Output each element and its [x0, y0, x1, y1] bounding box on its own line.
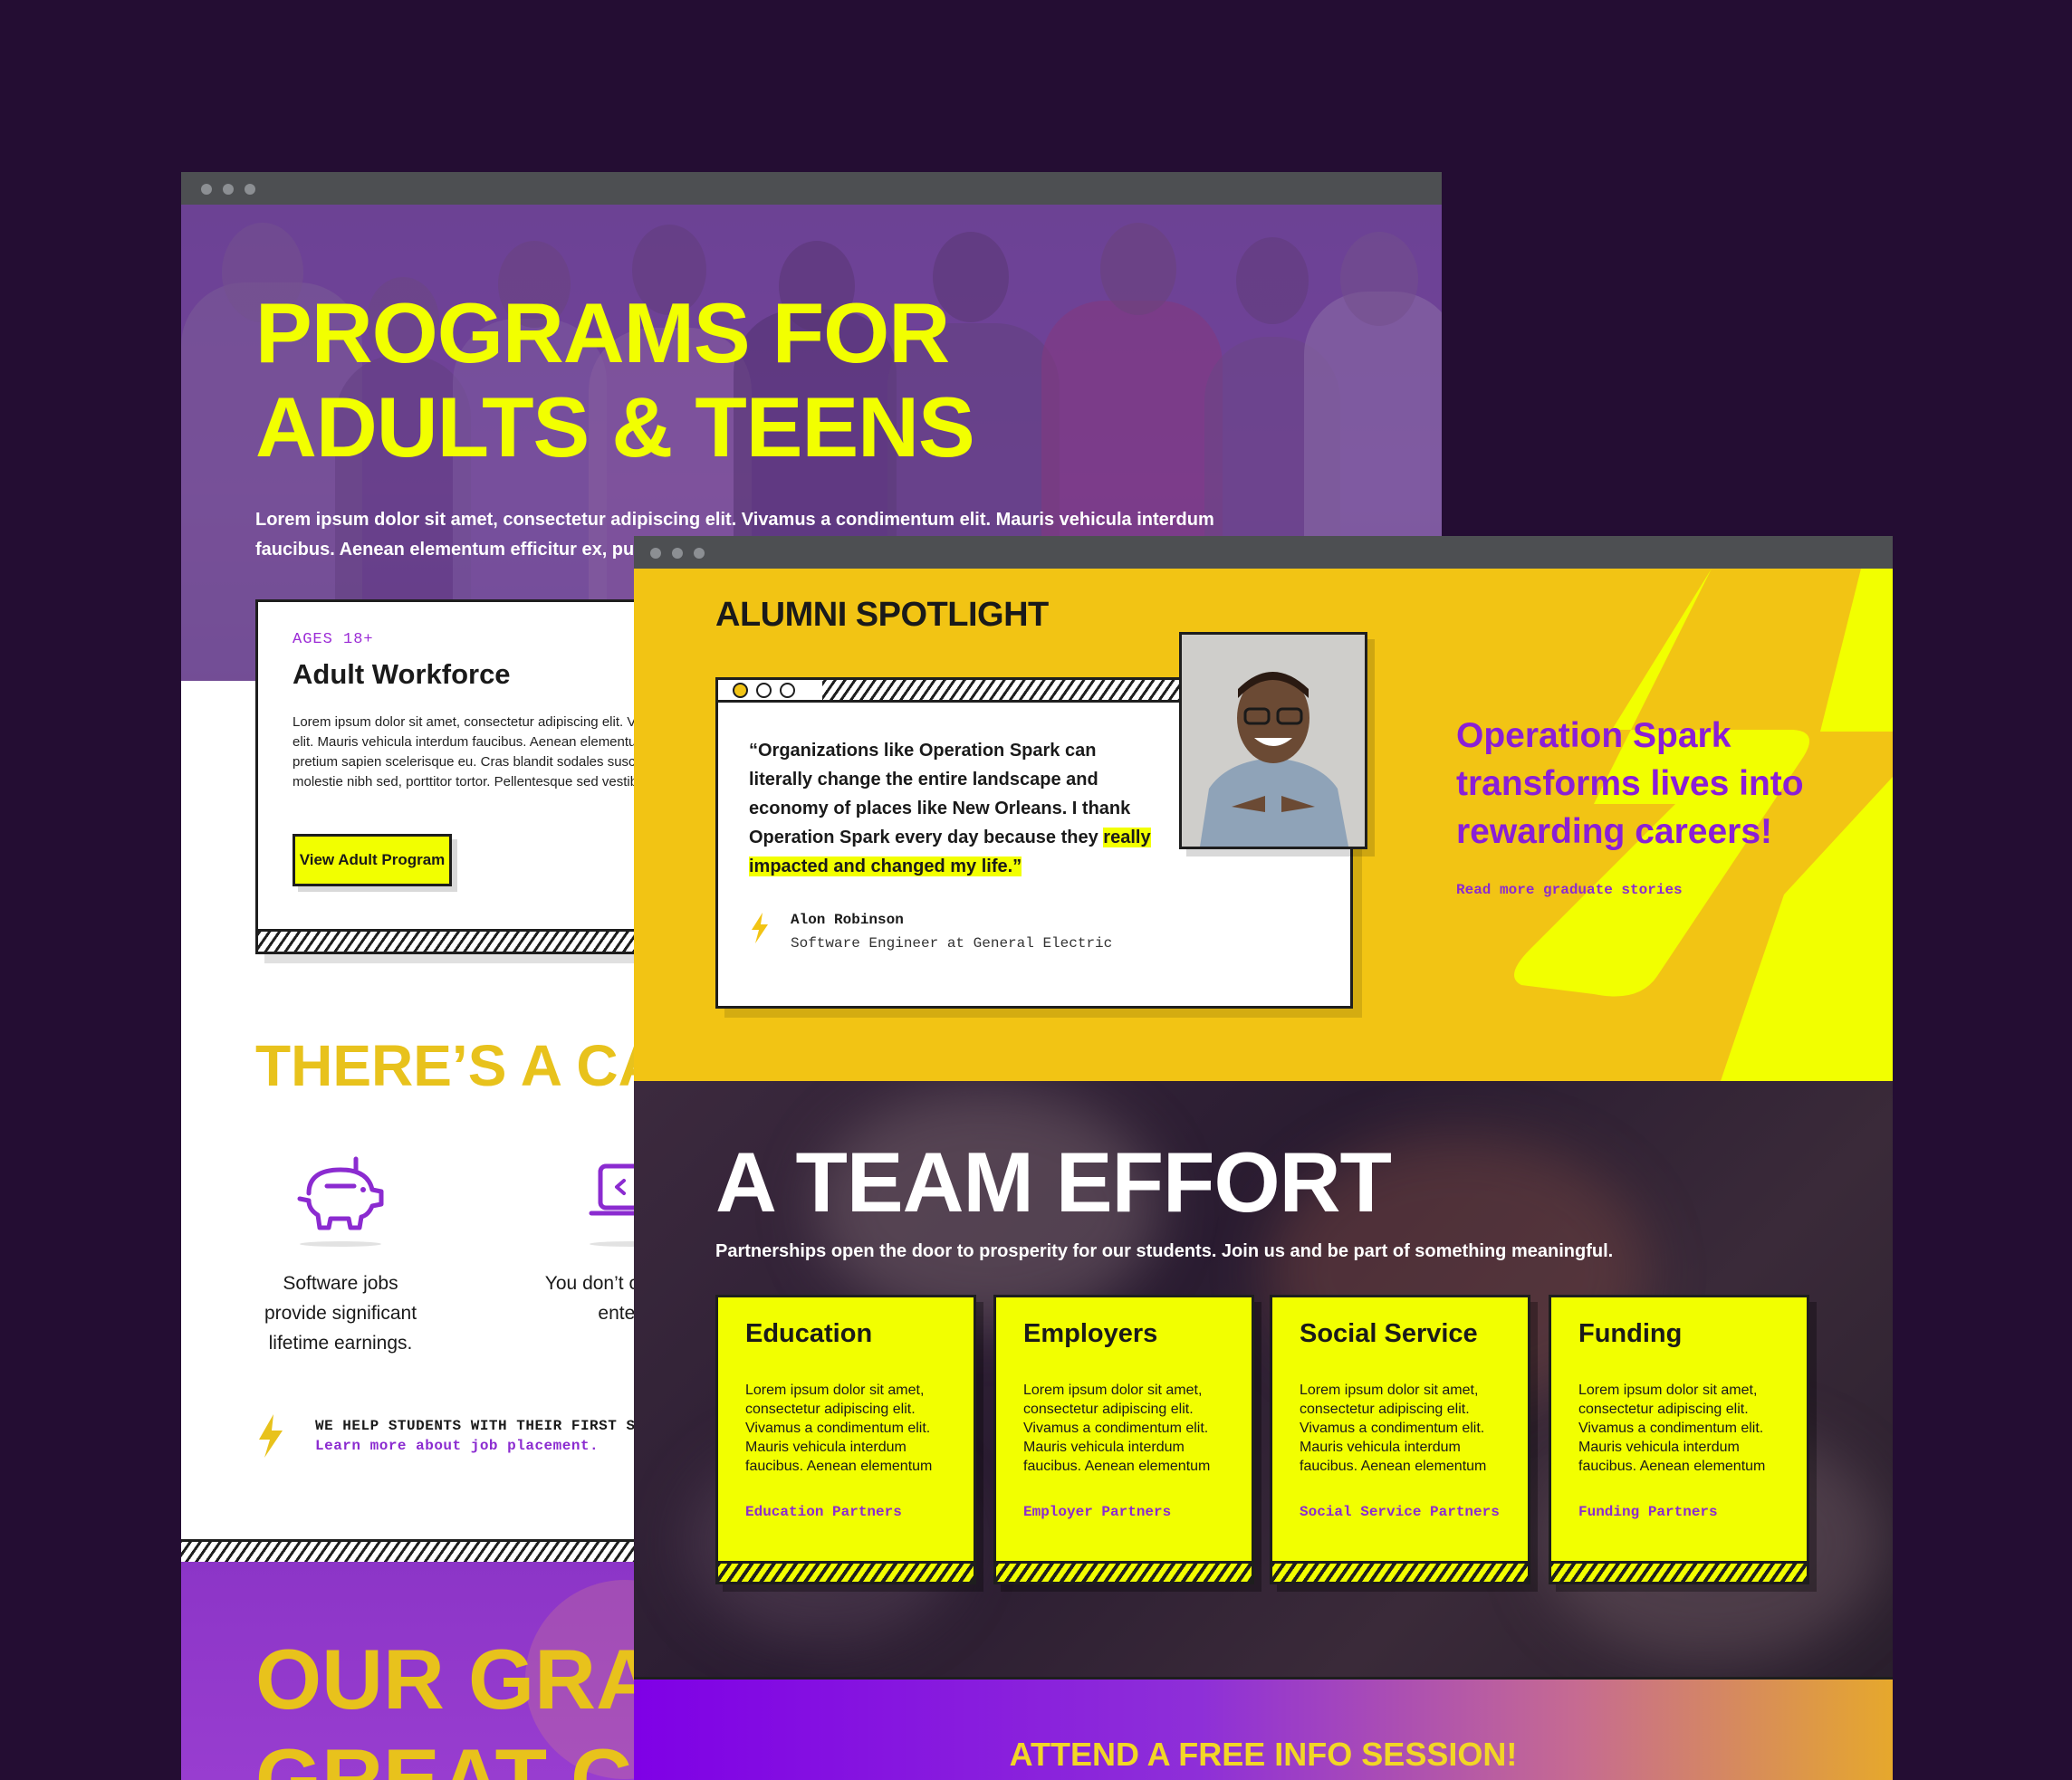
hatch-strip [996, 1561, 1252, 1582]
partner-title: Social Service [1300, 1319, 1478, 1348]
team-title: A TEAM EFFORT [715, 1134, 1392, 1230]
partner-card-funding: Funding Lorem ipsum dolor sit amet, cons… [1549, 1295, 1809, 1584]
view-adult-program-button[interactable]: View Adult Program [293, 834, 452, 886]
piggy-bank-icon [297, 1156, 384, 1230]
hero-title-line-2: ADULTS & TEENS [255, 379, 975, 474]
partner-description: Lorem ipsum dolor sit amet, consectetur … [745, 1383, 933, 1474]
feature-earnings: Software jobs provide significant lifeti… [250, 1150, 431, 1358]
info-session-banner[interactable]: ATTEND A FREE INFO SESSION! [634, 1677, 1893, 1780]
alumni-name: Alon Robinson [791, 912, 904, 928]
graduates-heading: OUR GRA GREAT C [255, 1630, 657, 1780]
job-placement-note: WE HELP STUDENTS WITH THEIR FIRST S Lear… [315, 1416, 636, 1456]
partner-card-education: Education Lorem ipsum dolor sit amet, co… [715, 1295, 976, 1584]
hero-title: PROGRAMS FOR ADULTS & TEENS [255, 286, 1161, 474]
age-label: AGES 18+ [293, 631, 374, 648]
quote-text: “Organizations like Operation Spark can … [749, 741, 1131, 847]
window-dot [756, 683, 772, 698]
career-heading: THERE’S A CA [255, 1033, 660, 1098]
graduates-heading-line-2: GREAT C [255, 1731, 633, 1780]
partner-description: Lorem ipsum dolor sit amet, consectetur … [1300, 1383, 1487, 1474]
graduates-heading-line-1: OUR GRA [255, 1632, 657, 1727]
hatch-strip [1551, 1561, 1807, 1582]
alumni-photo [1179, 632, 1367, 849]
team-subtitle: Partnerships open the door to prosperity… [715, 1241, 1614, 1261]
education-partners-link[interactable]: Education Partners [745, 1504, 902, 1520]
help-text: WE HELP STUDENTS WITH THEIR FIRST S [315, 1418, 636, 1434]
partner-card-employers: Employers Lorem ipsum dolor sit amet, co… [993, 1295, 1254, 1584]
window-dot [780, 683, 795, 698]
partners-page-window: ALUMNI SPOTLIGHT “Organizations like Ope… [634, 536, 1893, 1780]
window-dot [223, 184, 234, 195]
testimonial-quote: “Organizations like Operation Spark can … [749, 736, 1156, 881]
window-titlebar [181, 172, 1442, 205]
window-dot [245, 184, 255, 195]
spotlight-title: ALUMNI SPOTLIGHT [715, 596, 1049, 634]
spotlight-tagline: Operation Spark transforms lives into re… [1456, 716, 1804, 851]
hatch-strip [1272, 1561, 1528, 1582]
job-placement-link[interactable]: Learn more about job placement. [315, 1436, 636, 1456]
icon-shadow [300, 1241, 381, 1247]
partner-description: Lorem ipsum dolor sit amet, consectetur … [1023, 1383, 1211, 1474]
employer-partners-link[interactable]: Employer Partners [1023, 1504, 1171, 1520]
partner-title: Education [745, 1319, 873, 1348]
hero-title-line-1: PROGRAMS FOR [255, 285, 950, 380]
alumni-spotlight-section: ALUMNI SPOTLIGHT “Organizations like Ope… [634, 569, 1893, 1081]
partner-description: Lorem ipsum dolor sit amet, consectetur … [1578, 1383, 1766, 1474]
lightning-bolt-icon [752, 913, 768, 943]
funding-partners-link[interactable]: Funding Partners [1578, 1504, 1718, 1520]
program-title: Adult Workforce [293, 658, 511, 690]
info-session-title[interactable]: ATTEND A FREE INFO SESSION! [634, 1736, 1893, 1774]
window-dot [733, 683, 748, 698]
partner-card-social-service: Social Service Lorem ipsum dolor sit ame… [1270, 1295, 1530, 1584]
window-dot [650, 548, 661, 559]
window-dot [201, 184, 212, 195]
window-dot [672, 548, 683, 559]
social-service-partners-link[interactable]: Social Service Partners [1300, 1504, 1500, 1520]
team-effort-section: A TEAM EFFORT Partnerships open the door… [634, 1081, 1893, 1677]
hatch-strip [718, 1561, 974, 1582]
alumni-role: Software Engineer at General Electric [791, 935, 1113, 952]
partner-title: Employers [1023, 1319, 1158, 1348]
feature-caption: Software jobs provide significant lifeti… [264, 1273, 417, 1354]
window-dot [694, 548, 705, 559]
window-titlebar [634, 536, 1893, 569]
graduate-stories-link[interactable]: Read more graduate stories [1456, 882, 1683, 898]
lightning-bolt-icon [259, 1414, 283, 1458]
partner-title: Funding [1578, 1319, 1683, 1348]
